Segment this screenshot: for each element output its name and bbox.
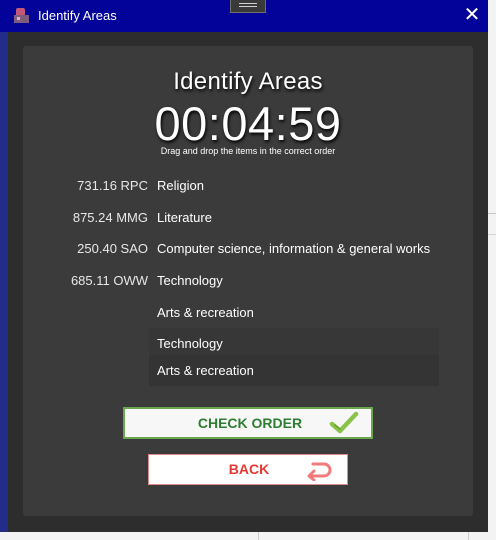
- desktop-divider: [468, 532, 469, 540]
- draggable-item[interactable]: Literature: [149, 202, 439, 233]
- call-number-label: 731.16 RPC: [77, 178, 148, 193]
- check-order-button[interactable]: CHECK ORDER: [123, 407, 373, 439]
- app-icon: [13, 7, 30, 24]
- countdown-timer: 00:04:59: [154, 97, 342, 150]
- call-number-label: 250.40 SAO: [77, 241, 148, 256]
- checkmark-icon: [329, 411, 359, 434]
- drag-handle-icon[interactable]: [230, 0, 266, 13]
- call-number-label: 685.11 OWW: [70, 273, 148, 288]
- close-button[interactable]: ✕: [456, 0, 488, 32]
- desktop-divider: [258, 532, 259, 540]
- draggable-item[interactable]: Arts & recreation: [149, 355, 439, 386]
- app-window: Identify Areas ✕ Identify Areas 00:04:59…: [0, 0, 488, 532]
- back-button[interactable]: BACK: [148, 454, 348, 485]
- draggable-item[interactable]: Arts & recreation: [149, 297, 439, 328]
- title-bar[interactable]: Identify Areas ✕: [0, 0, 488, 32]
- page-title: Identify Areas: [173, 68, 323, 95]
- window-title: Identify Areas: [38, 8, 117, 23]
- instruction-text: Drag and drop the items in the correct o…: [160, 146, 336, 156]
- draggable-item[interactable]: Technology: [149, 265, 439, 296]
- desktop-divider: [488, 234, 496, 235]
- quiz-card: Identify Areas 00:04:59 Drag and drop th…: [23, 46, 473, 516]
- desktop-background-right: [488, 0, 496, 540]
- desktop-divider: [488, 213, 496, 214]
- desktop-background-bottom: [0, 532, 496, 540]
- draggable-item[interactable]: Computer science, information & general …: [149, 233, 439, 264]
- return-arrow-icon: [307, 462, 332, 481]
- call-number-label: 875.24 MMG: [72, 210, 148, 225]
- client-area: Identify Areas 00:04:59 Drag and drop th…: [8, 32, 488, 532]
- draggable-item[interactable]: Religion: [149, 170, 439, 201]
